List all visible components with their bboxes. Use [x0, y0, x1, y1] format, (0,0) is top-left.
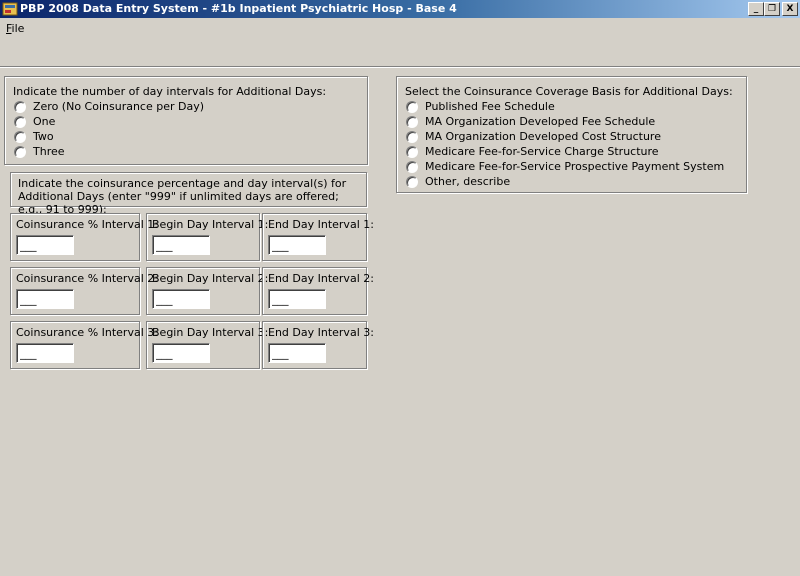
coinsurance-interval-3-box: Coinsurance % Interval 3:: [10, 321, 158, 369]
begin-day-interval-3-input[interactable]: [152, 343, 210, 363]
radio-label: Medicare Fee-for-Service Prospective Pay…: [425, 160, 725, 173]
coinsurance-note-box: Indicate the coinsurance percentage and …: [10, 172, 367, 216]
radio-label: Other, describe: [425, 175, 511, 188]
radio-label: MA Organization Developed Fee Schedule: [425, 115, 656, 128]
radio-label: MA Organization Developed Cost Structure: [425, 130, 661, 143]
coinsurance-interval-1-label: Coinsurance % Interval 1:: [16, 218, 158, 231]
close-button[interactable]: X: [782, 2, 798, 16]
restore-button[interactable]: ❐: [764, 2, 780, 16]
end-day-interval-3-input[interactable]: [268, 343, 326, 363]
begin-day-interval-2-label: Begin Day Interval 2:: [152, 272, 269, 285]
day-intervals-title: Indicate the number of day intervals for…: [13, 85, 327, 98]
coinsurance-interval-1-box: Coinsurance % Interval 1:: [10, 213, 158, 261]
window-title: PBP 2008 Data Entry System - #1b Inpatie…: [20, 2, 457, 15]
coverage-basis-group: Select the Coinsurance Coverage Basis fo…: [396, 76, 747, 193]
radio-label: Two: [33, 130, 54, 143]
radio-circle[interactable]: [406, 131, 418, 143]
end-day-interval-1-input[interactable]: [268, 235, 326, 255]
end-day-interval-3-label: End Day Interval 3:: [268, 326, 374, 339]
coverage-basis-title: Select the Coinsurance Coverage Basis fo…: [405, 85, 733, 98]
end-day-interval-2-input[interactable]: [268, 289, 326, 309]
minimize-button[interactable]: _: [748, 2, 764, 16]
radio-circle[interactable]: [14, 101, 26, 113]
menu-file[interactable]: File: [6, 22, 24, 35]
begin-day-interval-3-label: Begin Day Interval 3:: [152, 326, 269, 339]
radio-label: Published Fee Schedule: [425, 100, 555, 113]
begin-day-interval-1-input[interactable]: [152, 235, 210, 255]
end-day-interval-1-box: End Day Interval 1:: [262, 213, 374, 261]
radio-circle[interactable]: [406, 146, 418, 158]
title-bar[interactable]: PBP 2008 Data Entry System - #1b Inpatie…: [0, 0, 800, 18]
radio-label: One: [33, 115, 56, 128]
radio-circle[interactable]: [14, 146, 26, 158]
day-intervals-group: Indicate the number of day intervals for…: [4, 76, 368, 165]
end-day-interval-3-box: End Day Interval 3:: [262, 321, 374, 369]
radio-label: Medicare Fee-for-Service Charge Structur…: [425, 145, 659, 158]
app-icon: [2, 2, 18, 16]
radio-circle[interactable]: [14, 131, 26, 143]
coinsurance-interval-2-input[interactable]: [16, 289, 74, 309]
begin-day-interval-1-label: Begin Day Interval 1:: [152, 218, 269, 231]
radio-circle[interactable]: [406, 176, 418, 188]
radio-label: Zero (No Coinsurance per Day): [33, 100, 205, 113]
coinsurance-note: Indicate the coinsurance percentage and …: [18, 177, 347, 216]
menu-bar: File: [0, 19, 800, 37]
radio-label: Three: [33, 145, 65, 158]
coinsurance-interval-3-input[interactable]: [16, 343, 74, 363]
coinsurance-interval-1-input[interactable]: [16, 235, 74, 255]
end-day-interval-2-label: End Day Interval 2:: [268, 272, 374, 285]
radio-circle[interactable]: [14, 116, 26, 128]
coinsurance-interval-2-box: Coinsurance % Interval 2:: [10, 267, 158, 315]
end-day-interval-2-box: End Day Interval 2:: [262, 267, 374, 315]
radio-circle[interactable]: [406, 101, 418, 113]
begin-day-interval-2-input[interactable]: [152, 289, 210, 309]
client-area-divider: [0, 66, 800, 68]
end-day-interval-1-label: End Day Interval 1:: [268, 218, 374, 231]
begin-day-interval-2-box: Begin Day Interval 2:: [146, 267, 268, 315]
coinsurance-interval-3-label: Coinsurance % Interval 3:: [16, 326, 158, 339]
radio-circle[interactable]: [406, 116, 418, 128]
radio-circle[interactable]: [406, 161, 418, 173]
coinsurance-interval-2-label: Coinsurance % Interval 2:: [16, 272, 158, 285]
begin-day-interval-1-box: Begin Day Interval 1:: [146, 213, 268, 261]
begin-day-interval-3-box: Begin Day Interval 3:: [146, 321, 268, 369]
menu-file-label: ile: [11, 22, 25, 35]
